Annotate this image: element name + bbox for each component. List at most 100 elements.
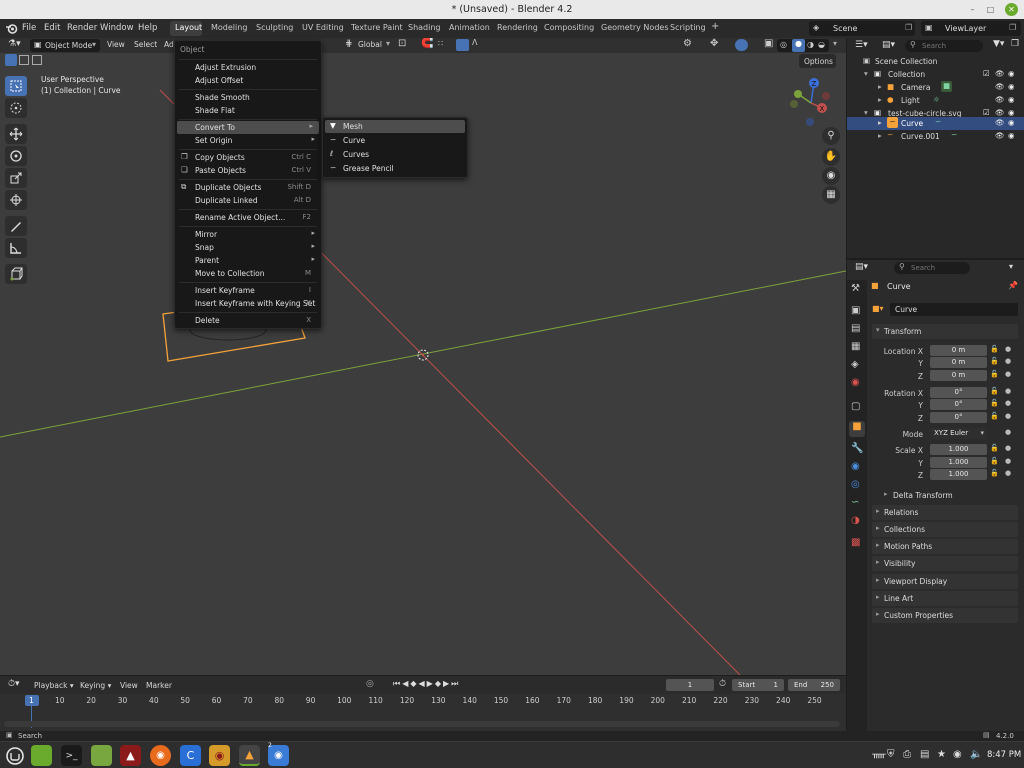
rotation-z-field[interactable]: 0° [930,412,987,423]
select-extend-icon[interactable] [19,55,29,65]
menu-window[interactable]: Window [100,23,134,33]
outliner-search-input[interactable]: ⚲ Search [905,40,983,52]
menu-item-set-origin[interactable]: Set Origin ▸ [175,134,321,147]
texture-tab-icon[interactable]: ▩ [851,537,860,548]
particles-tab-icon[interactable]: ◉ [851,461,860,472]
lock-icon[interactable]: 🔓 [990,345,999,353]
menu-item-delete[interactable]: Delete X [175,314,321,327]
select-subtract-icon[interactable] [32,55,42,65]
lock-icon[interactable]: 🔓 [990,444,999,452]
tab-texture-paint[interactable]: Texture Paint [351,23,403,32]
menu-item-adjust-offset[interactable]: Adjust Offset [175,74,321,87]
keyframe-dot-icon[interactable]: ● [1005,387,1011,395]
select-menu[interactable]: Select [134,40,157,49]
code-editor-icon[interactable]: C [180,745,201,766]
scale-x-field[interactable]: 1.000 [930,444,987,455]
object-name-field[interactable]: Curve [890,303,1018,316]
transform-tool-icon[interactable] [5,190,27,210]
lock-icon[interactable]: 🔓 [990,387,999,395]
add-cube-tool-icon[interactable] [5,264,27,284]
transform-panel-header[interactable]: ▾ Transform [872,324,1018,339]
camera-view-icon[interactable]: ◉ [822,167,840,185]
view-menu[interactable]: View [107,40,125,49]
menu-edit[interactable]: Edit [44,23,60,33]
outliner-row-collection[interactable]: ▾ ▣ Collection ☑ 👁 ◉ [847,68,1024,81]
viewport-display-panel-header[interactable]: ▸ Viewport Display [872,574,1018,589]
tool-tab-icon[interactable]: ⚒ [851,283,860,294]
tab-compositing[interactable]: Compositing [544,23,594,32]
output-tab-icon[interactable]: ▤ [851,323,860,334]
material-shading-icon[interactable]: ◑ [807,40,814,49]
rotation-mode-dropdown[interactable]: XYZ Euler ▾ [930,428,987,439]
blender-logo-icon[interactable] [5,22,18,35]
app-shield-icon[interactable]: ▲ [120,745,141,766]
lock-icon[interactable]: 🔓 [990,370,999,378]
view-layer-tab-icon[interactable]: ▦ [851,341,860,352]
close-icon[interactable]: ✕ [1005,3,1018,16]
tab-scripting[interactable]: Scripting [670,23,706,32]
physics-tab-icon[interactable]: ◎ [851,479,860,490]
collections-panel-header[interactable]: ▸ Collections [872,522,1018,537]
scene-selector[interactable]: ◈ Scene ❐ [809,21,915,36]
location-x-field[interactable]: 0 m [930,345,987,356]
lock-icon[interactable]: 🔓 [990,457,999,465]
outliner-row-curve[interactable]: ▸ ∽ Curve ∽ 👁 ◉ [847,117,1024,130]
maximize-icon[interactable]: □ [984,3,997,16]
tab-layout[interactable]: Layout [175,23,202,32]
properties-search-input[interactable]: ⚲ Search [894,262,970,274]
xray-icon[interactable]: ▣ [764,38,773,49]
keyframe-dot-icon[interactable]: ● [1005,357,1011,365]
add-menu[interactable]: Ad [164,40,174,49]
convert-grease-pencil-item[interactable]: ∽ Grease Pencil [323,162,467,175]
menu-item-parent[interactable]: Parent ▸ [175,254,321,267]
perspective-toggle-icon[interactable]: ▦ [822,186,840,204]
shading-options-icon[interactable]: ▾ [833,39,837,48]
viewlayer-selector[interactable]: ▣ ViewLayer ❐ [921,21,1021,36]
convert-curves-item[interactable]: ℓ Curves [323,148,467,161]
wifi-icon[interactable]: ◉ [953,749,962,760]
overlays-icon[interactable] [735,39,748,51]
menu-item-copy-objects[interactable]: ❐ Copy Objects Ctrl C [175,151,321,164]
tab-sculpting[interactable]: Sculpting [256,23,293,32]
menu-file[interactable]: File [22,23,36,33]
orientation-dropdown[interactable]: Global [358,40,382,49]
star-icon[interactable]: ★ [937,749,946,760]
keyframe-dot-icon[interactable]: ● [1005,412,1011,420]
visibility-icon[interactable]: ⚙ [683,38,692,49]
scale-tool-icon[interactable] [5,168,27,188]
mint-menu-icon[interactable] [4,745,25,766]
minimize-icon[interactable]: – [966,3,979,16]
scale-z-field[interactable]: 1.000 [930,469,987,480]
rotation-y-field[interactable]: 0° [930,399,987,410]
keyframe-dot-icon[interactable]: ● [1005,399,1011,407]
navigation-gizmo[interactable]: Z X [784,76,836,132]
menu-item-paste-objects[interactable]: ❏ Paste Objects Ctrl V [175,164,321,177]
modifier-tab-icon[interactable]: 🔧 [851,443,863,454]
outliner-editor-icon[interactable]: ☰▾ [855,40,868,50]
data-tab-icon[interactable]: ∽ [851,497,859,508]
files-folder-icon[interactable] [91,745,112,766]
chevron-down-icon[interactable]: ▾ [1009,262,1013,271]
volume-icon[interactable]: 🔈 [970,749,982,760]
display-mode-icon[interactable]: ▤▾ [882,40,895,50]
falloff-icon[interactable]: Λ [472,38,477,47]
menu-item-duplicate-objects[interactable]: ⧉ Duplicate Objects Shift D [175,181,321,194]
menu-item-shade-flat[interactable]: Shade Flat [175,104,321,117]
tab-geometry-nodes[interactable]: Geometry Nodes [601,23,668,32]
solid-shading-icon[interactable]: ● [792,39,805,52]
paint-app-icon[interactable]: ◉ [209,745,230,766]
render-tab-icon[interactable]: ▣ [851,305,860,316]
outliner-row-scene-collection[interactable]: ▣ Scene Collection [847,55,1024,68]
snap-target-icon[interactable]: ∷ [438,39,443,48]
keyframe-dot-icon[interactable]: ● [1005,428,1011,436]
copy-viewlayer-icon[interactable]: ❐ [1009,23,1016,32]
shield-check-icon[interactable]: ⛨ [887,749,895,760]
keyframe-dot-icon[interactable]: ● [1005,444,1011,452]
keyframe-dot-icon[interactable]: ● [1005,370,1011,378]
pan-hand-icon[interactable]: ✋ [822,148,840,166]
select-new-icon[interactable] [5,54,17,66]
keyframe-dot-icon[interactable]: ● [1005,457,1011,465]
pin-icon[interactable]: 📌 [1008,281,1018,290]
tab-rendering[interactable]: Rendering [497,23,538,32]
relations-panel-header[interactable]: ▸ Relations [872,505,1018,520]
